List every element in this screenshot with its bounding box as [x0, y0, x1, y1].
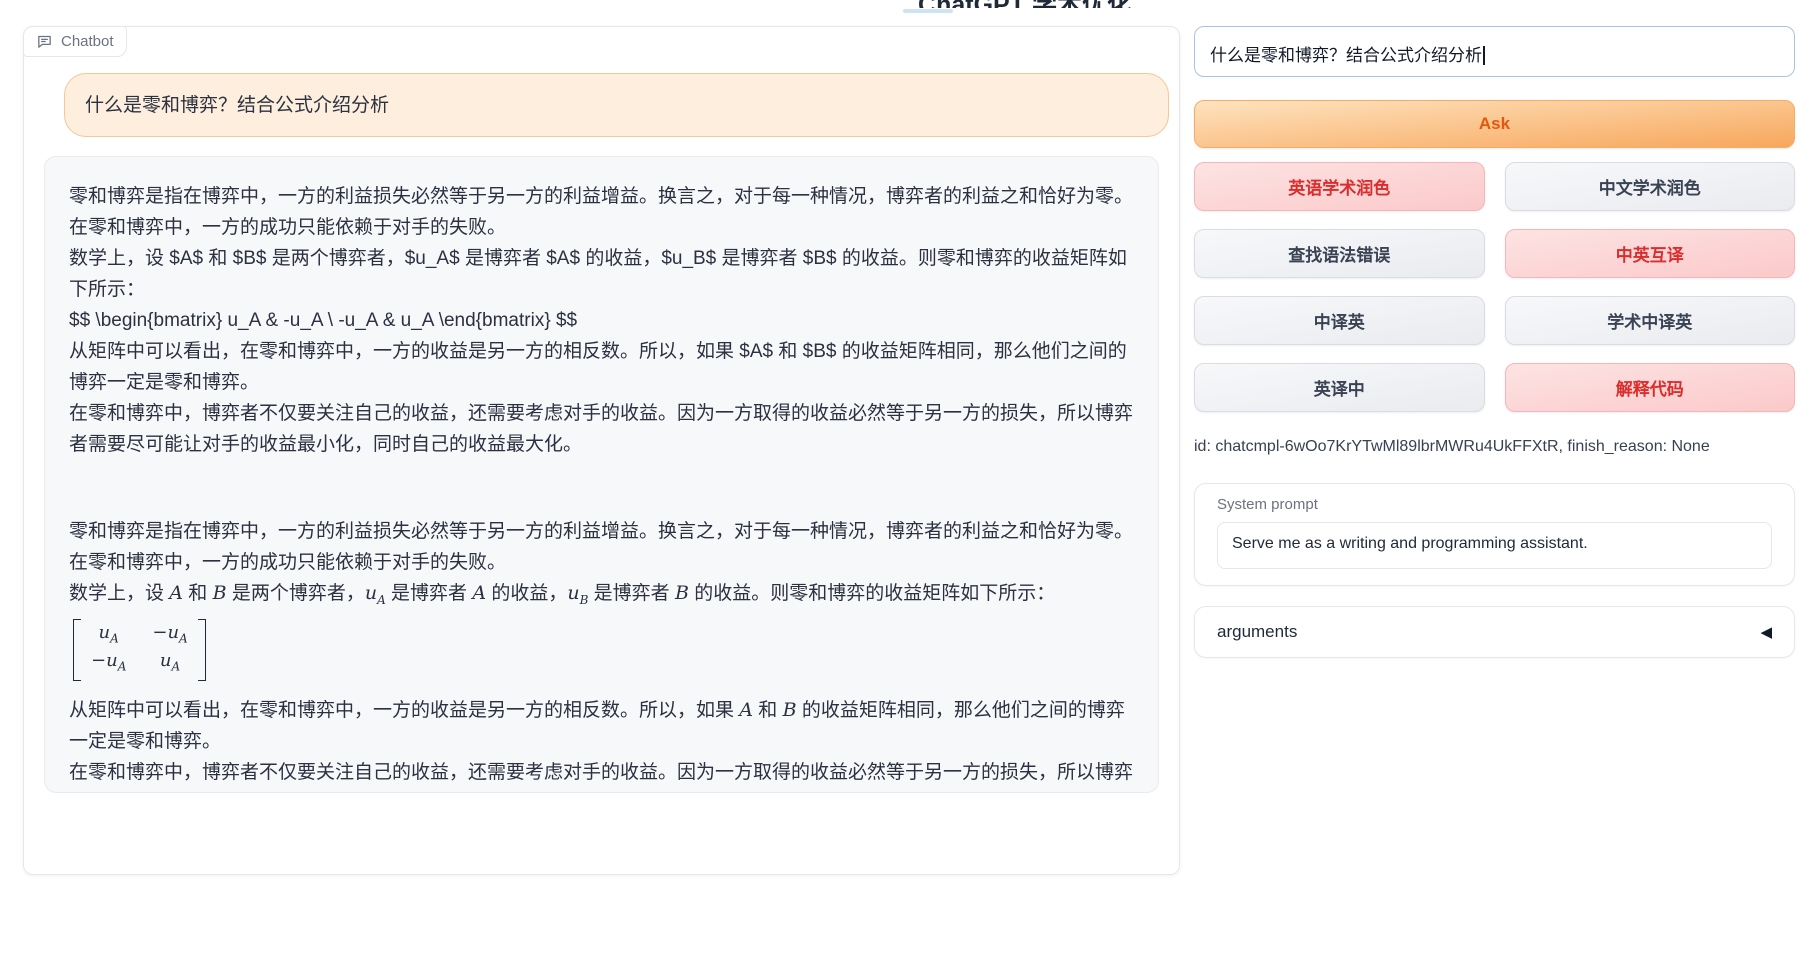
arguments-accordion-label: arguments [1217, 622, 1297, 642]
text-caret [1483, 46, 1485, 65]
matrix-bracket-right [198, 619, 206, 681]
quick-button-chinese-polish[interactable]: 中文学术润色 [1505, 162, 1796, 211]
chatbot-label: Chatbot [23, 26, 127, 57]
bot-paragraph-rendered-1: 零和博弈是指在博弈中，一方的利益损失必然等于另一方的利益增益。换言之，对于每一种… [69, 516, 1134, 578]
bot-paragraph-raw-latex: $$ \begin{bmatrix} u_A & -u_A \ -u_A & u… [69, 305, 1134, 336]
quick-button-find-grammar-errors[interactable]: 查找语法错误 [1194, 229, 1485, 278]
question-input[interactable]: 什么是零和博弈？结合公式介绍分析 [1194, 26, 1795, 77]
title-underline [903, 9, 953, 13]
system-prompt-input[interactable]: Serve me as a writing and programming as… [1217, 522, 1772, 569]
control-column: 什么是零和博弈？结合公式介绍分析 Ask 英语学术润色 中文学术润色 查找语法错… [1194, 26, 1795, 658]
status-line: id: chatcmpl-6wOo7KrYTwMl89lbrMWRu4UkFFX… [1194, 437, 1795, 457]
arguments-accordion[interactable]: arguments ◀ [1194, 606, 1795, 658]
quick-button-academic-zh-to-en[interactable]: 学术中译英 [1505, 296, 1796, 345]
chat-bubble-icon [36, 33, 53, 50]
bot-paragraph-rendered-4: 在零和博弈中，博弈者不仅要关注自己的收益，还需要考虑对手的收益。因为一方取得的收… [69, 757, 1134, 793]
bot-paragraph-raw-1: 零和博弈是指在博弈中，一方的利益损失必然等于另一方的利益增益。换言之，对于每一种… [69, 181, 1134, 243]
quick-button-zh-en-mutual-translate[interactable]: 中英互译 [1505, 229, 1796, 278]
quick-button-english-polish[interactable]: 英语学术润色 [1194, 162, 1485, 211]
bot-paragraph-raw-2: 数学上，设 $A$ 和 $B$ 是两个博弈者，$u_A$ 是博弈者 $A$ 的收… [69, 243, 1134, 305]
quick-actions: 英语学术润色 中文学术润色 查找语法错误 中英互译 中译英 学术中译英 英译中 … [1194, 162, 1795, 412]
quick-button-explain-code[interactable]: 解释代码 [1505, 363, 1796, 412]
matrix-bracket-left [73, 619, 81, 681]
system-prompt-label: System prompt [1217, 496, 1772, 513]
bot-message-bubble: 零和博弈是指在博弈中，一方的利益损失必然等于另一方的利益增益。换言之，对于每一种… [44, 156, 1159, 793]
bot-paragraph-rendered-2: 数学上，设 A 和 B 是两个博弈者，uA 是博弈者 A 的收益，uB 是博弈者… [69, 578, 1134, 616]
bot-paragraph-rendered-3: 从矩阵中可以看出，在零和博弈中，一方的收益是另一方的相反数。所以，如果 A 和 … [69, 695, 1134, 757]
bot-paragraph-raw-3: 从矩阵中可以看出，在零和博弈中，一方的收益是另一方的相反数。所以，如果 $A$ … [69, 336, 1134, 398]
bot-paragraph-raw-4: 在零和博弈中，博弈者不仅要关注自己的收益，还需要考虑对手的收益。因为一方取得的收… [69, 398, 1134, 460]
quick-button-zh-to-en[interactable]: 中译英 [1194, 296, 1485, 345]
system-prompt-panel: System prompt Serve me as a writing and … [1194, 483, 1795, 586]
user-message-bubble: 什么是零和博弈？结合公式介绍分析 [64, 73, 1169, 137]
question-input-value: 什么是零和博弈？结合公式介绍分析 [1210, 46, 1482, 65]
chatbot-panel: Chatbot 什么是零和博弈？结合公式介绍分析 零和博弈是指在博弈中，一方的利… [23, 26, 1180, 875]
quick-button-en-to-zh[interactable]: 英译中 [1194, 363, 1485, 412]
chatbot-label-text: Chatbot [61, 33, 114, 50]
accordion-collapse-icon[interactable]: ◀ [1760, 625, 1772, 640]
payoff-matrix: uA−uA−uAuA [73, 619, 1134, 691]
app-root: ChatGPT 学术优化 Chatbot 什么是零和博弈？结合公式介绍分析 零和… [0, 0, 1814, 961]
user-message-text: 什么是零和博弈？结合公式介绍分析 [85, 95, 389, 116]
ask-button[interactable]: Ask [1194, 100, 1795, 148]
page-title: ChatGPT 学术优化 [885, 0, 1165, 8]
